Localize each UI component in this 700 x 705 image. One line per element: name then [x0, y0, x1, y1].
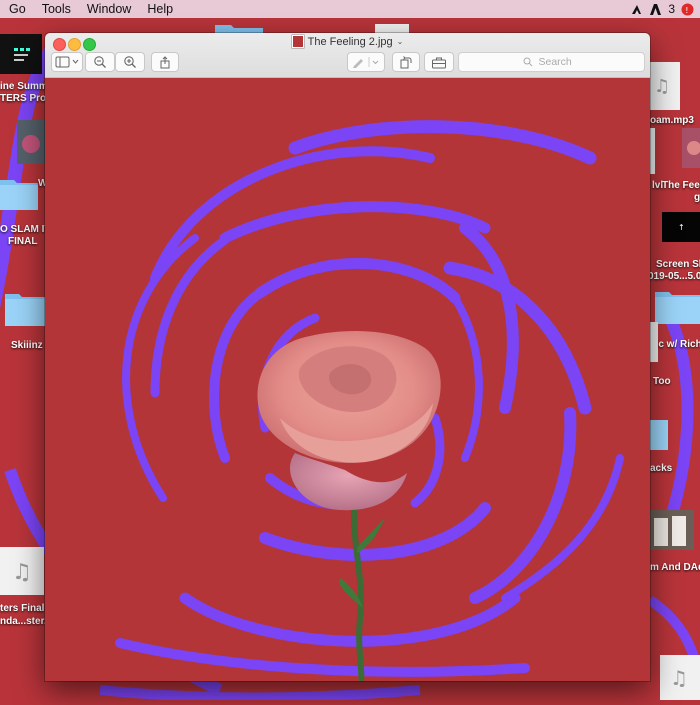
toolbox-button[interactable] [424, 52, 454, 72]
chevron-down-icon: ⌄ [396, 37, 404, 46]
desktop-thumbnail[interactable] [17, 120, 45, 164]
svg-text:♫: ♫ [654, 76, 670, 97]
folder-icon[interactable] [5, 290, 45, 326]
desktop-label: Skiiinz [11, 340, 43, 351]
screenshot-thumbnail[interactable]: ↑ [662, 212, 700, 242]
desktop-label: O SLAM IT [0, 224, 51, 235]
menu-window[interactable]: Window [79, 0, 139, 18]
adobe-icon[interactable] [649, 3, 662, 16]
preview-window: The Feeling 2.jpg ⌄ [45, 33, 650, 681]
search-icon [523, 57, 532, 67]
sidebar-toggle-button[interactable] [51, 52, 83, 72]
desktop-file-icon[interactable] [0, 34, 42, 74]
folder-icon[interactable] [655, 288, 700, 324]
music-file-icon[interactable]: ♫ [660, 655, 700, 700]
music-file-icon[interactable]: ♫ [650, 62, 680, 110]
share-button[interactable] [151, 52, 179, 72]
zoom-in-icon [124, 56, 136, 68]
menu-help[interactable]: Help [139, 0, 181, 18]
desktop-label: acks [650, 463, 673, 474]
svg-text:♫: ♫ [12, 560, 32, 585]
desktop-thumbnail[interactable] [650, 510, 694, 550]
zoom-out-button[interactable] [85, 52, 115, 72]
rose-artwork [45, 78, 650, 681]
desktop-thumbnail[interactable] [682, 128, 700, 168]
notification-count: 3 [668, 2, 675, 16]
pen-icon [353, 57, 379, 68]
share-icon [160, 55, 170, 68]
folder-icon[interactable] [650, 416, 668, 450]
desktop-label: nda...ster. [0, 616, 47, 627]
image-file-icon [291, 35, 304, 48]
desktop-label: The Feel [662, 180, 700, 191]
desktop-label: m And DAd [650, 562, 700, 573]
alert-badge-icon[interactable]: ! [681, 3, 694, 16]
search-field[interactable] [458, 52, 645, 72]
desktop-label: Screen Sh [656, 259, 700, 270]
window-title-group[interactable]: The Feeling 2.jpg ⌄ [45, 35, 650, 48]
toolbox-icon [432, 57, 446, 68]
zoom-in-button[interactable] [115, 52, 145, 72]
markup-button[interactable] [347, 52, 385, 72]
svg-text:!: ! [685, 6, 688, 15]
menu-bar: Go Tools Window Help 3 ! [0, 0, 700, 18]
file-icon[interactable] [650, 128, 655, 174]
zoom-out-icon [94, 56, 106, 68]
menu-bar-status: 3 ! [630, 2, 700, 16]
rotate-icon [400, 56, 412, 69]
window-titlebar[interactable]: The Feeling 2.jpg ⌄ [45, 33, 650, 78]
music-file-icon[interactable]: ♫ [0, 547, 44, 595]
menu-go[interactable]: Go [0, 0, 34, 18]
desktop-label: ters Final [0, 603, 45, 614]
window-title: The Feeling 2.jpg [307, 35, 393, 48]
rotate-button[interactable] [392, 52, 420, 72]
sidebar-icon [55, 56, 79, 68]
app-status-icon[interactable] [630, 3, 643, 16]
desktop-label: Too [653, 376, 671, 387]
svg-text:♫: ♫ [670, 666, 688, 690]
folder-icon[interactable] [0, 176, 38, 210]
desktop-label: g [694, 192, 700, 203]
desktop-label: TERS Pro [0, 93, 47, 104]
desktop-label: ine Summ [0, 81, 48, 92]
file-icon[interactable] [650, 322, 658, 362]
desktop-label: 019-05...5.0 [648, 271, 700, 282]
desktop-label: oam.mp3 [650, 115, 694, 126]
search-input[interactable] [536, 55, 581, 69]
menu-tools[interactable]: Tools [34, 0, 79, 18]
svg-text:↑: ↑ [678, 223, 685, 232]
image-canvas[interactable] [45, 78, 650, 681]
desktop-label: FINAL [8, 236, 38, 247]
